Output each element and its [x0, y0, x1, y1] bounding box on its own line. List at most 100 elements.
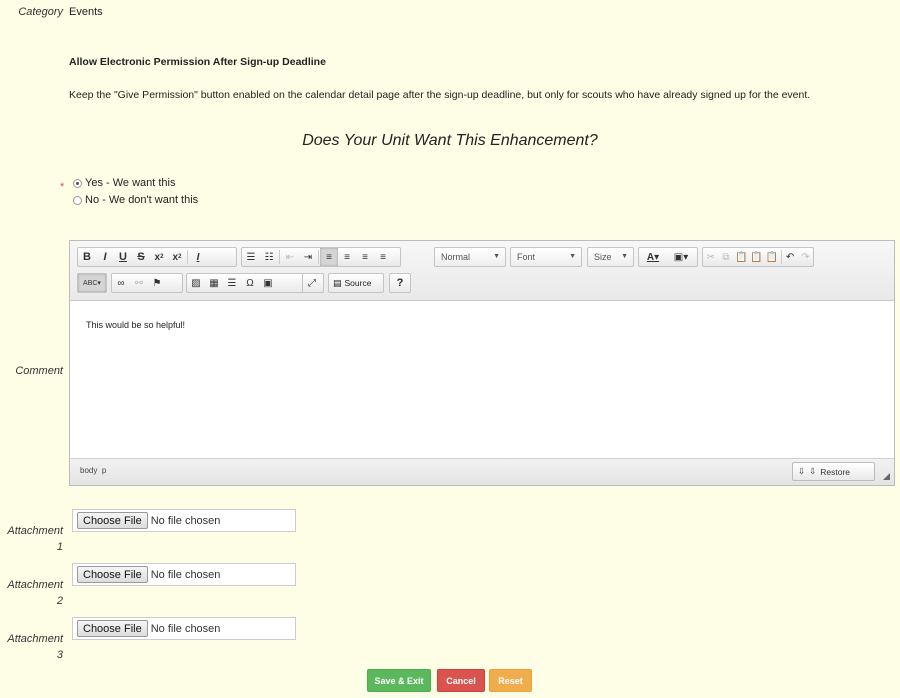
radio-yes[interactable] — [73, 178, 82, 188]
maximize-group: ⤢ — [302, 273, 324, 293]
subscript-button[interactable]: x2 — [150, 248, 168, 266]
maximize-icon[interactable]: ⤢ — [303, 274, 321, 292]
paste-word-icon[interactable]: 📋 — [764, 248, 779, 266]
copy-icon[interactable]: ⧉ — [718, 248, 733, 266]
save-exit-button[interactable]: Save & Exit — [367, 669, 431, 692]
attachment-2-label-line2: 2 — [56, 595, 63, 607]
undo-icon[interactable]: ↶ — [782, 248, 797, 266]
category-label: Category — [18, 6, 63, 18]
strikethrough-button[interactable]: S — [132, 248, 150, 266]
align-right-icon[interactable]: ≡ — [356, 248, 374, 266]
font-select[interactable]: Font ▼ — [510, 247, 582, 267]
chevron-down-icon: ▼ — [569, 253, 576, 260]
help-group: ? — [389, 273, 411, 293]
superscript-button[interactable]: x2 — [168, 248, 186, 266]
editor-toolbar: B I U S x2 x2 I ☰ ☷ ⇤ ⇥ ≡ ≡ ≡ ≡ Normal ▼ … — [70, 241, 894, 301]
text-color-icon[interactable]: A▾ — [639, 248, 667, 266]
clipboard-group: ✂ ⧉ 📋 📋 📋 ↶ ↷ — [702, 247, 814, 267]
format-select-value: Normal — [441, 252, 471, 262]
italic-button[interactable]: I — [96, 248, 114, 266]
required-marker: * — [60, 181, 65, 193]
bulleted-list-icon[interactable]: ☷ — [260, 248, 278, 266]
paste-text-icon[interactable]: 📋 — [749, 248, 764, 266]
source-doc-icon: ▤ — [333, 277, 342, 288]
size-select-value: Size — [594, 252, 612, 262]
indent-icon[interactable]: ⇥ — [299, 248, 317, 266]
editor-status-bar: body p ⇩ ⇩ Restore — [70, 458, 894, 485]
size-select[interactable]: Size ▼ — [587, 247, 634, 267]
category-value: Events — [69, 6, 103, 18]
choose-file-button[interactable]: Choose File — [77, 566, 148, 583]
restore-icon: ⇩ — [798, 466, 806, 476]
comment-editor[interactable]: B I U S x2 x2 I ☰ ☷ ⇤ ⇥ ≡ ≡ ≡ ≡ Normal ▼ … — [69, 240, 895, 486]
insert-group: ▨ ▦ ☰ Ω ▣ — [186, 273, 308, 293]
attachment-3-input[interactable]: Choose File No file chosen — [72, 617, 296, 640]
toolbar-separator — [187, 250, 188, 264]
justify-icon[interactable]: ≡ — [374, 248, 392, 266]
numbered-list-icon[interactable]: ☰ — [242, 248, 260, 266]
element-path: body p — [80, 466, 106, 475]
background-color-icon[interactable]: ▣▾ — [667, 248, 695, 266]
enhancement-title: Allow Electronic Permission After Sign-u… — [69, 56, 326, 68]
redo-icon[interactable]: ↷ — [798, 248, 813, 266]
toolbar-separator — [279, 250, 280, 264]
source-button[interactable]: Source — [345, 278, 372, 288]
path-body[interactable]: body — [80, 466, 97, 475]
question-heading: Does Your Unit Want This Enhancement? — [302, 132, 598, 149]
choose-file-button[interactable]: Choose File — [77, 512, 148, 529]
attachment-1-label-line1: Attachment — [7, 525, 63, 537]
editor-text: This would be so helpful! — [86, 320, 186, 330]
file-status: No file chosen — [150, 622, 221, 635]
paste-icon[interactable]: 📋 — [734, 248, 749, 266]
align-left-icon[interactable]: ≡ — [320, 248, 338, 266]
attachment-3-label-line2: 3 — [56, 649, 63, 661]
chevron-down-icon: ▼ — [493, 253, 500, 260]
unlink-icon[interactable]: ⚯ — [130, 274, 148, 292]
radio-no[interactable] — [73, 195, 82, 205]
attachment-3-label: Attachment 3 — [0, 631, 63, 663]
reset-button[interactable]: Reset — [489, 669, 532, 692]
restore-button[interactable]: ⇩ ⇩ Restore — [792, 462, 875, 481]
attachment-1-label-line2: 1 — [56, 541, 63, 553]
restore-icon-2: ⇩ — [809, 466, 817, 476]
anchor-flag-icon[interactable]: ⚑ — [148, 274, 166, 292]
attachment-1-input[interactable]: Choose File No file chosen — [72, 509, 296, 532]
remove-format-button[interactable]: I — [189, 248, 207, 266]
restore-label: Restore — [820, 466, 851, 477]
special-char-icon[interactable]: Ω — [241, 274, 259, 292]
attachment-3-label-line1: Attachment — [7, 633, 63, 645]
file-status: No file chosen — [150, 514, 221, 527]
help-button[interactable]: ? — [397, 277, 404, 289]
colors-group: A▾ ▣▾ — [638, 247, 698, 267]
cut-icon[interactable]: ✂ — [703, 248, 718, 266]
cancel-button[interactable]: Cancel — [437, 669, 485, 692]
spellcheck-icon[interactable]: ABC▾ — [78, 274, 106, 292]
outdent-icon[interactable]: ⇤ — [281, 248, 299, 266]
choose-file-button[interactable]: Choose File — [77, 620, 148, 637]
source-group: ▤ Source — [328, 273, 384, 293]
horizontal-line-icon[interactable]: ☰ — [223, 274, 241, 292]
align-center-icon[interactable]: ≡ — [338, 248, 356, 266]
attachment-1-label: Attachment 1 — [0, 523, 63, 555]
chevron-down-icon: ▼ — [621, 253, 628, 260]
format-select[interactable]: Normal ▼ — [434, 247, 506, 267]
attachment-2-label: Attachment 2 — [0, 577, 63, 609]
underline-button[interactable]: U — [114, 248, 132, 266]
table-icon[interactable]: ▦ — [205, 274, 223, 292]
path-p[interactable]: p — [102, 466, 106, 475]
file-status: No file chosen — [150, 568, 221, 581]
option-no[interactable]: No - We don't want this — [73, 192, 198, 208]
option-yes[interactable]: Yes - We want this — [73, 175, 176, 191]
basic-styles-group: B I U S x2 x2 I — [77, 247, 237, 267]
links-group: ∞ ⚯ ⚑ — [111, 273, 183, 293]
option-yes-label: Yes - We want this — [85, 177, 176, 189]
image-icon[interactable]: ▨ — [187, 274, 205, 292]
editor-content[interactable]: This would be so helpful! — [70, 301, 894, 459]
comment-label: Comment — [15, 365, 63, 377]
bold-button[interactable]: B — [78, 248, 96, 266]
youtube-icon[interactable]: ▣ — [259, 274, 277, 292]
resize-handle[interactable] — [883, 473, 890, 480]
spellcheck-group: ABC▾ — [77, 273, 107, 293]
link-icon[interactable]: ∞ — [112, 274, 130, 292]
attachment-2-input[interactable]: Choose File No file chosen — [72, 563, 296, 586]
